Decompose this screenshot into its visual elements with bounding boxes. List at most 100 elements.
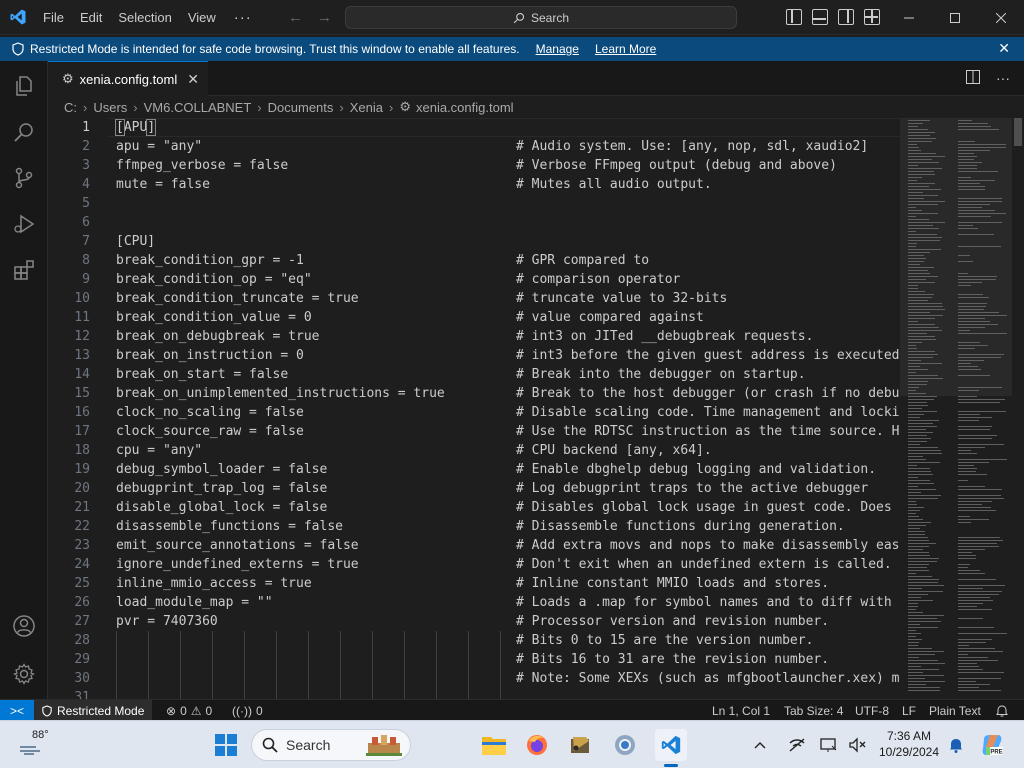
taskbar-search[interactable]: Search	[251, 729, 411, 761]
code-line[interactable]: 6	[48, 213, 900, 232]
source-control-icon[interactable]	[0, 155, 48, 201]
settings-gear-icon[interactable]	[0, 651, 48, 697]
menu-file[interactable]: File	[35, 0, 72, 35]
language-mode[interactable]: Plain Text	[929, 700, 981, 721]
manage-link[interactable]: Manage	[536, 42, 579, 56]
split-editor-icon[interactable]	[966, 70, 980, 87]
code-line[interactable]: 21 disable_global_lock = false # Disables …	[48, 498, 900, 517]
restricted-mode-status[interactable]: Restricted Mode	[34, 700, 153, 721]
volume-muted-icon[interactable]	[844, 729, 870, 761]
minimap-line	[908, 507, 924, 508]
customize-layout-icon[interactable]	[864, 9, 880, 25]
code-line[interactable]: 5	[48, 194, 900, 213]
run-debug-icon[interactable]	[0, 201, 48, 247]
back-arrow-icon[interactable]: ←	[288, 9, 303, 26]
accounts-icon[interactable]	[0, 603, 48, 649]
minimap[interactable]	[900, 96, 1012, 699]
breadcrumb-xenia[interactable]: Xenia	[350, 100, 383, 115]
breadcrumb-drive[interactable]: C:	[64, 100, 77, 115]
breadcrumb-user[interactable]: VM6.COLLABNET	[144, 100, 252, 115]
code-line[interactable]: 11 break_condition_value = 0 # value compa…	[48, 308, 900, 327]
start-windows-icon[interactable]	[210, 729, 242, 761]
vertical-scrollbar[interactable]	[1012, 96, 1024, 699]
weather-widget[interactable]: 88°	[16, 729, 56, 761]
remote-icon[interactable]: ><	[0, 700, 34, 721]
ports-status[interactable]: ((·)) 0	[232, 700, 263, 721]
toggle-primary-sidebar-icon[interactable]	[786, 9, 802, 25]
close-tab-icon[interactable]: ✕	[187, 71, 199, 88]
code-line[interactable]: 10 break_condition_truncate = true # trunc…	[48, 289, 900, 308]
code-line[interactable]: 12 break_on_debugbreak = true # int3 on JI…	[48, 327, 900, 346]
more-actions-icon[interactable]: ···	[996, 70, 1010, 87]
code-line[interactable]: 27 pvr = 7407360 # Processor version and r…	[48, 612, 900, 631]
scrollbar-thumb[interactable]	[1014, 118, 1022, 146]
more-menu-icon[interactable]: ···	[224, 9, 262, 26]
code-line[interactable]: 25 inline_mmio_access = true # Inline cons…	[48, 574, 900, 593]
code-line[interactable]: 14 break_on_start = false # Break into the…	[48, 365, 900, 384]
maximize-icon[interactable]	[932, 0, 978, 35]
notifications-bell-icon[interactable]	[996, 700, 1008, 721]
menu-selection[interactable]: Selection	[110, 0, 179, 35]
code-line[interactable]: 23 emit_source_annotations = false # Add e…	[48, 536, 900, 555]
code-line[interactable]: 1 [APU]	[48, 118, 900, 137]
code-line[interactable]: 18 cpu = "any" # CPU backend [any, x64].	[48, 441, 900, 460]
close-window-icon[interactable]	[978, 0, 1024, 35]
learn-more-link[interactable]: Learn More	[595, 42, 656, 56]
code-line[interactable]: 13 break_on_instruction = 0 # int3 before …	[48, 346, 900, 365]
cursor-position[interactable]: Ln 1, Col 1	[712, 700, 770, 721]
search-view-icon[interactable]	[0, 109, 48, 155]
command-center-search[interactable]: Search	[345, 6, 737, 29]
network-status-icon[interactable]	[784, 729, 810, 761]
vscode-taskbar-icon[interactable]	[655, 729, 687, 761]
show-hidden-icons-chevron-icon[interactable]	[750, 729, 770, 761]
toggle-secondary-sidebar-icon[interactable]	[838, 9, 854, 25]
code-line[interactable]: 19 debug_symbol_loader = false # Enable db…	[48, 460, 900, 479]
code-line[interactable]: 28 # Bits 0 to 15 are the version number.	[48, 631, 900, 650]
code-comment: # Inline constant MMIO loads and stores.	[516, 576, 830, 591]
copilot-icon[interactable]: PRE	[976, 729, 1008, 761]
tab-size[interactable]: Tab Size: 4	[784, 700, 843, 721]
code-line[interactable]: 3 ffmpeg_verbose = false # Verbose FFmpeg …	[48, 156, 900, 175]
code-line[interactable]: 8 break_condition_gpr = -1 # GPR compared …	[48, 251, 900, 270]
display-icon[interactable]	[816, 729, 842, 761]
code-line[interactable]: 29 # Bits 16 to 31 are the revision numbe…	[48, 650, 900, 669]
code-line[interactable]: 2 apu = "any" # Audio system. Use: [any, n…	[48, 137, 900, 156]
minimize-icon[interactable]	[886, 0, 932, 35]
chrome-icon[interactable]	[609, 729, 641, 761]
code-line[interactable]: 26 load_module_map = "" # Loads a .map for…	[48, 593, 900, 612]
code-line[interactable]: 24 ignore_undefined_externs = true # Don't…	[48, 555, 900, 574]
file-explorer-icon[interactable]	[478, 729, 510, 761]
toggle-panel-icon[interactable]	[812, 9, 828, 25]
system-clock[interactable]: 7:36 AM 10/29/2024	[874, 728, 944, 760]
breadcrumb-file[interactable]: xenia.config.toml	[416, 100, 514, 115]
minimap-line	[908, 510, 920, 511]
extensions-icon[interactable]	[0, 247, 48, 293]
forward-arrow-icon[interactable]: →	[317, 9, 332, 26]
code-line[interactable]: 9 break_condition_op = "eq" # comparison o…	[48, 270, 900, 289]
notifications-bell-taskbar-icon[interactable]	[944, 729, 968, 761]
close-banner-icon[interactable]: ✕	[998, 40, 1010, 57]
minimap-line	[958, 330, 970, 331]
app-tools-icon[interactable]	[564, 729, 596, 761]
problems-status[interactable]: ⊗ 0 ⚠ 0	[166, 700, 212, 721]
code-editor[interactable]: 1 [APU] 2 apu = "any" # Audio system. Use: […	[48, 118, 900, 699]
code-line[interactable]: 31	[48, 688, 900, 699]
code-line[interactable]: 15 break_on_unimplemented_instructions = …	[48, 384, 900, 403]
code-line[interactable]: 20 debugprint_trap_log = false # Log debug…	[48, 479, 900, 498]
menu-edit[interactable]: Edit	[72, 0, 110, 35]
tab-xenia-config[interactable]: ⚙ xenia.config.toml ✕	[48, 61, 208, 96]
code-line[interactable]: 7 [CPU]	[48, 232, 900, 251]
breadcrumb-users[interactable]: Users	[93, 100, 127, 115]
code-line[interactable]: 22 disassemble_functions = false # Disasse…	[48, 517, 900, 536]
explorer-icon[interactable]	[0, 63, 48, 109]
breadcrumb-documents[interactable]: Documents	[268, 100, 334, 115]
firefox-icon[interactable]	[521, 729, 553, 761]
code-line[interactable]: 17 clock_source_raw = false # Use the RDTS…	[48, 422, 900, 441]
code-line[interactable]: 30 # Note: Some XEXs (such as mfgbootlaun…	[48, 669, 900, 688]
line-number: 19	[74, 462, 90, 477]
code-line[interactable]: 4 mute = false # Mutes all audio output.	[48, 175, 900, 194]
end-of-line[interactable]: LF	[902, 700, 916, 721]
menu-view[interactable]: View	[180, 0, 224, 35]
encoding[interactable]: UTF-8	[855, 700, 889, 721]
code-line[interactable]: 16 clock_no_scaling = false # Disable scal…	[48, 403, 900, 422]
